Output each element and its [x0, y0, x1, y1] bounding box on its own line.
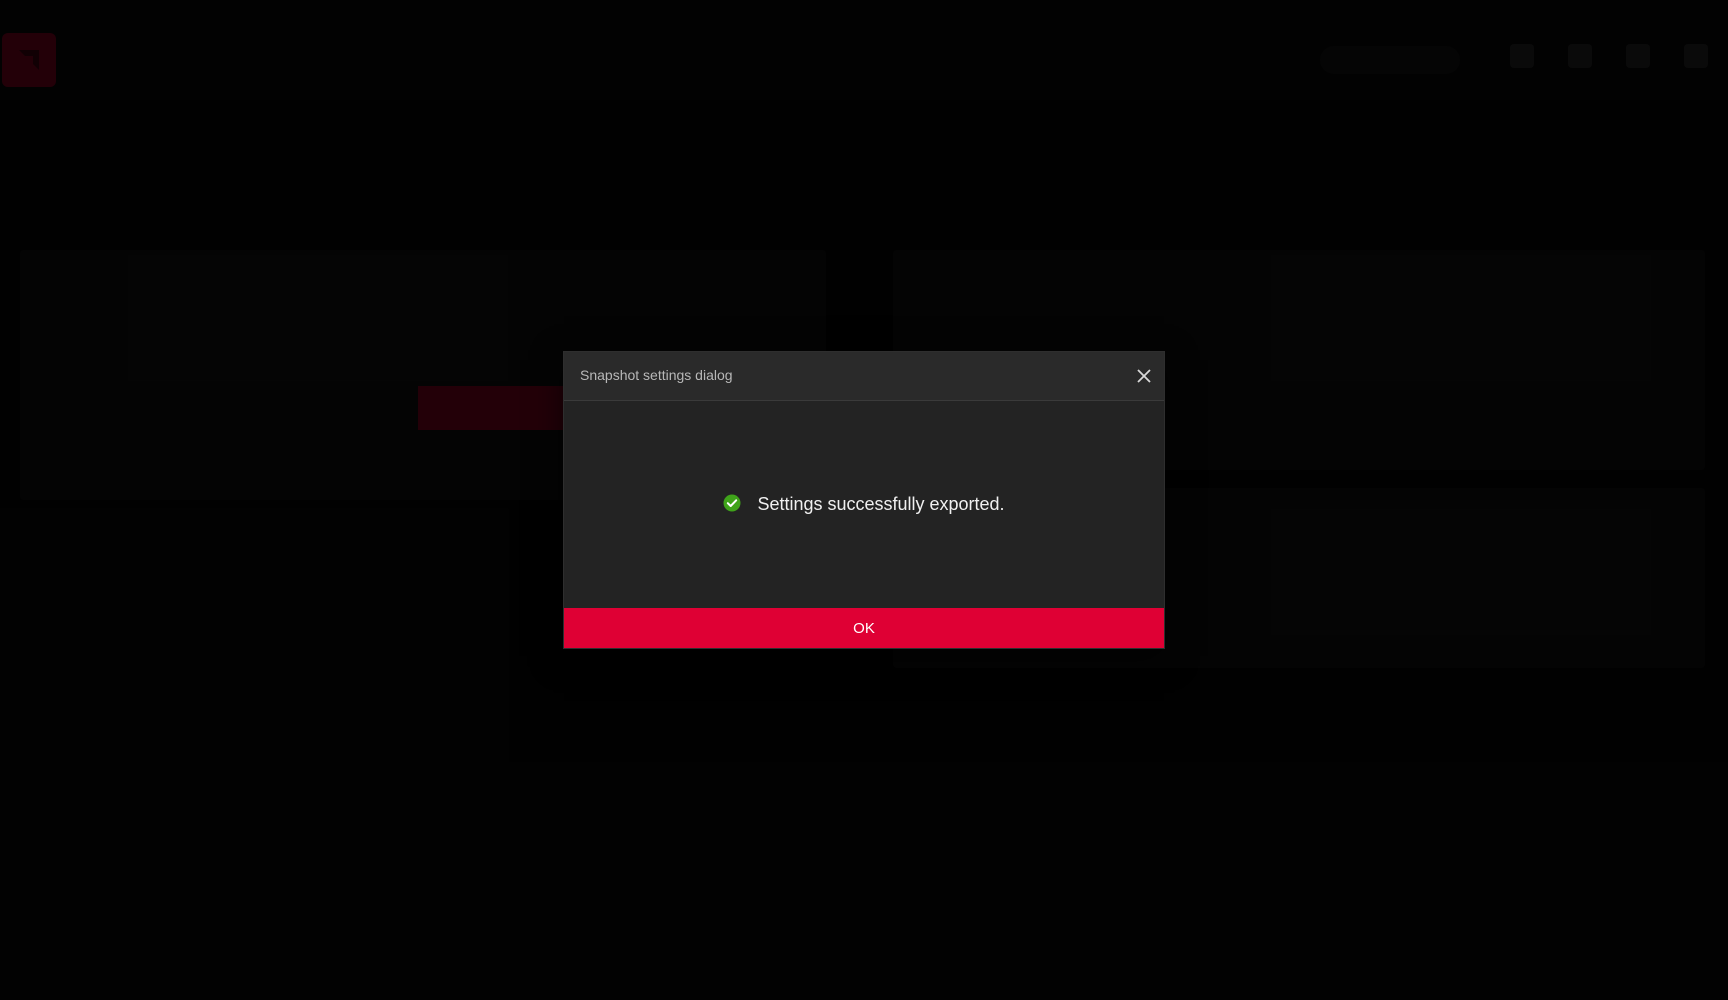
success-message: Settings successfully exported.: [564, 494, 1164, 515]
ok-button[interactable]: OK: [564, 608, 1164, 648]
message-text: Settings successfully exported.: [757, 494, 1005, 514]
snapshot-settings-dialog: Snapshot settings dialog Settings succes…: [564, 352, 1164, 648]
check-circle-icon: [723, 494, 741, 512]
dialog-title: Snapshot settings dialog: [580, 367, 733, 383]
close-button[interactable]: [1130, 362, 1158, 390]
dialog-header: Snapshot settings dialog: [564, 352, 1164, 401]
close-icon[interactable]: [1137, 369, 1151, 383]
